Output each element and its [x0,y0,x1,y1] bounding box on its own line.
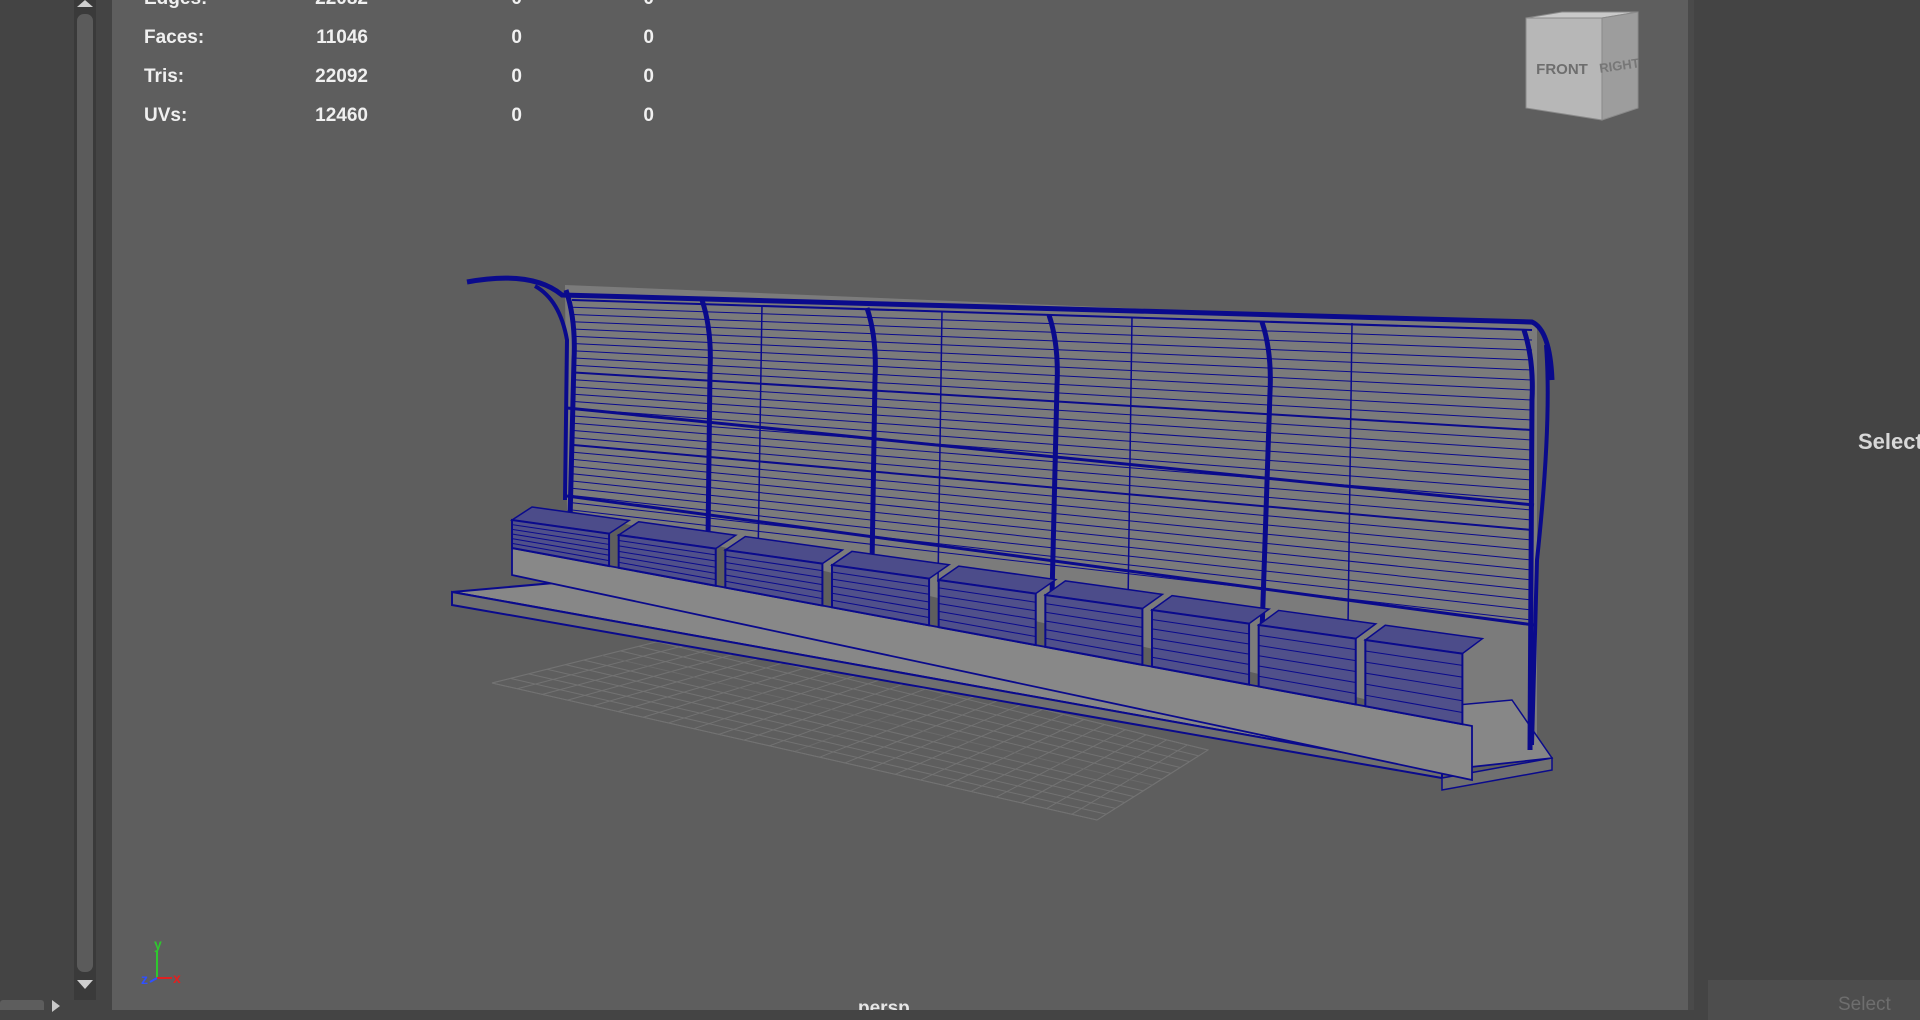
axis-x-label: x [173,970,181,986]
expand-arrow-icon[interactable] [52,1000,60,1012]
hud-label: Tris: [144,66,185,87]
scrollbar-thumb[interactable] [77,14,93,972]
right-panel: Select Select [1694,0,1920,1020]
hud-row-faces: Faces: 11046 0 0 [144,27,664,51]
hud-value: 22092 [315,66,368,87]
hud-value: 0 [643,66,654,87]
hud-value: 0 [511,66,522,87]
hud-row-edges: Edges: 22082 0 0 [144,0,664,12]
camera-name-label: persp [858,998,910,1010]
hud-label: Edges: [144,0,207,10]
3d-viewport[interactable]: Edges: 22082 0 0 Faces: 11046 0 0 Tris: … [112,0,1692,1010]
scroll-down-arrow-icon[interactable] [77,980,93,989]
view-cube[interactable]: FRONT RIGHT [1512,8,1652,128]
panel-resize-handle[interactable] [0,1000,44,1010]
axis-z-label: z [141,971,148,987]
hud-value: 11046 [316,27,368,48]
hud-value: 0 [444,0,522,10]
hud-value: 22082 [264,0,368,10]
hud-label: UVs: [144,105,188,126]
axis-gizmo-icon: y x z [141,938,181,987]
hud-label: Faces: [144,27,205,48]
hud-value: 0 [643,27,654,48]
hud-row-tris: Tris: 22092 0 0 [144,66,664,90]
hud-value: 0 [643,105,654,126]
select-button[interactable]: Select [1708,980,1920,1020]
select-label: Select [1858,429,1920,454]
scroll-up-arrow-icon[interactable] [77,0,93,7]
hud-value: 0 [511,105,522,126]
select-button-label: Select [1838,994,1891,1015]
bench-wireframe-model[interactable] [112,0,1692,1010]
view-cube-front-label: FRONT [1536,61,1588,78]
hud-value: 0 [544,0,654,10]
hud-value: 12460 [315,105,368,126]
axis-y-label: y [154,938,162,952]
hud-value: 0 [511,27,522,48]
hud-row-uvs: UVs: 12460 0 0 [144,105,664,129]
